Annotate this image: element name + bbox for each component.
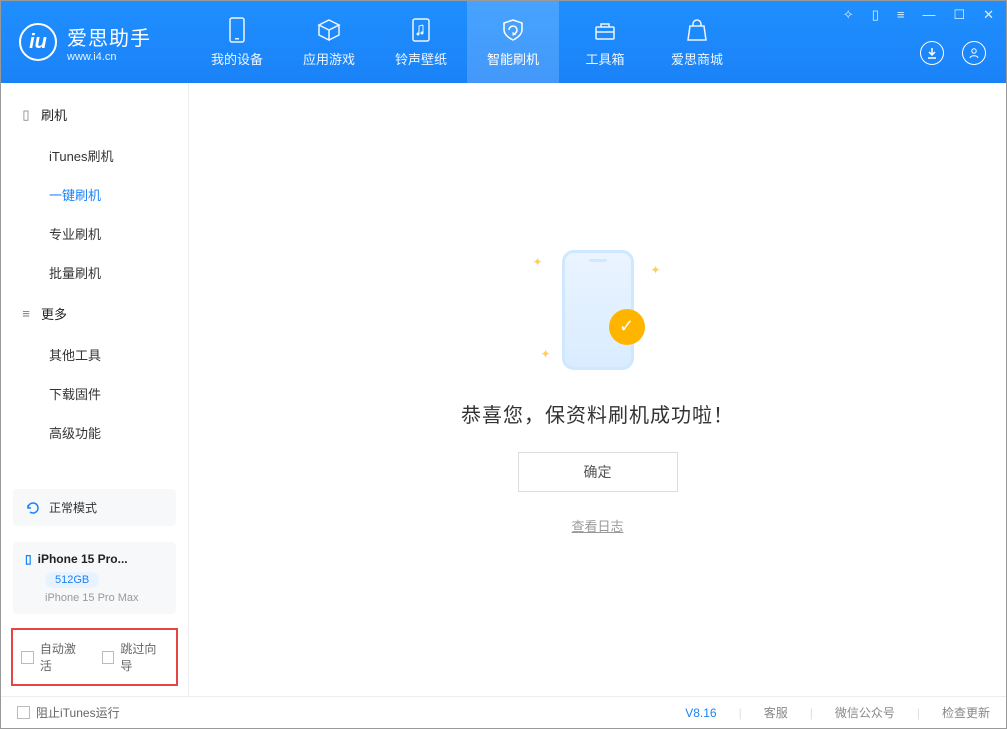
- tab-label: 爱思商城: [671, 49, 723, 68]
- main-panel: ✦ ✦ ✦ ✓ 恭喜您，保资料刷机成功啦！ 确定 查看日志: [189, 83, 1006, 696]
- sidebar-item-advanced[interactable]: 高级功能: [1, 413, 188, 452]
- checkbox-auto-activate[interactable]: 自动激活: [21, 640, 88, 674]
- sidebar-item-other-tools[interactable]: 其他工具: [1, 335, 188, 374]
- footer-link-update[interactable]: 检查更新: [942, 704, 990, 721]
- header-action-icons: [920, 41, 986, 65]
- sparkle-icon: ✦: [533, 255, 543, 269]
- checkbox-skip-wizard[interactable]: 跳过向导: [102, 640, 169, 674]
- bag-icon: [684, 17, 710, 43]
- music-icon: [408, 17, 434, 43]
- phone-icon[interactable]: ▯: [868, 7, 883, 23]
- tab-apps-games[interactable]: 应用游戏: [283, 1, 375, 83]
- more-icon: ≡: [19, 307, 33, 321]
- toolbox-icon: [592, 17, 618, 43]
- tab-label: 工具箱: [585, 49, 624, 68]
- status-bar: 阻止iTunes运行 V8.16 | 客服 | 微信公众号 | 检查更新: [1, 696, 1006, 728]
- storage-badge: 512GB: [45, 572, 99, 588]
- checkbox-icon: [17, 706, 30, 719]
- success-message: 恭喜您，保资料刷机成功啦！: [461, 399, 734, 428]
- tab-ringtones[interactable]: 铃声壁纸: [375, 1, 467, 83]
- device-name: iPhone 15 Pro...: [38, 552, 128, 566]
- mode-status[interactable]: 正常模式: [13, 489, 176, 526]
- app-name: 爱思助手: [67, 22, 151, 51]
- tab-my-device[interactable]: 我的设备: [191, 1, 283, 83]
- footer-link-wechat[interactable]: 微信公众号: [835, 704, 895, 721]
- logo-icon: iu: [19, 23, 57, 61]
- device-model: iPhone 15 Pro Max: [25, 592, 164, 604]
- tab-label: 智能刷机: [487, 49, 539, 68]
- logo-block: iu 爱思助手 www.i4.cn: [1, 1, 191, 83]
- sidebar-item-onekey-flash[interactable]: 一键刷机: [1, 175, 188, 214]
- status-mode-label: 正常模式: [49, 499, 97, 516]
- sparkle-icon: ✦: [650, 263, 660, 277]
- device-icon: [224, 17, 250, 43]
- success-illustration: ✦ ✦ ✦ ✓: [513, 245, 683, 375]
- ok-button[interactable]: 确定: [518, 452, 678, 492]
- device-small-icon: ▯: [25, 552, 32, 566]
- cube-icon: [316, 17, 342, 43]
- close-icon[interactable]: ✕: [979, 7, 998, 23]
- sparkle-icon: ✦: [541, 347, 551, 361]
- sidebar-item-pro-flash[interactable]: 专业刷机: [1, 214, 188, 253]
- tab-toolbox[interactable]: 工具箱: [559, 1, 651, 83]
- tab-label: 铃声壁纸: [395, 49, 447, 68]
- refresh-icon: [25, 500, 41, 516]
- tab-smart-flash[interactable]: 智能刷机: [467, 1, 559, 83]
- skin-icon[interactable]: ✧: [839, 7, 858, 23]
- tab-store[interactable]: 爱思商城: [651, 1, 743, 83]
- tab-label: 应用游戏: [303, 49, 355, 68]
- checkbox-icon: [21, 651, 34, 664]
- footer-link-support[interactable]: 客服: [764, 704, 788, 721]
- view-log-link[interactable]: 查看日志: [571, 516, 623, 535]
- shield-sync-icon: [500, 17, 526, 43]
- app-header: iu 爱思助手 www.i4.cn 我的设备 应用游戏 铃声壁纸 智能刷机 工具…: [1, 1, 1006, 83]
- checkbox-block-itunes[interactable]: 阻止iTunes运行: [17, 704, 120, 721]
- app-url: www.i4.cn: [67, 51, 151, 63]
- sidebar-item-batch-flash[interactable]: 批量刷机: [1, 253, 188, 292]
- highlighted-options: 自动激活 跳过向导: [11, 628, 178, 686]
- device-card[interactable]: ▯ iPhone 15 Pro... 512GB iPhone 15 Pro M…: [13, 542, 176, 614]
- checkbox-icon: [102, 651, 115, 664]
- tab-label: 我的设备: [211, 49, 263, 68]
- sidebar: ▯ 刷机 iTunes刷机 一键刷机 专业刷机 批量刷机 ≡ 更多 其他工具 下…: [1, 83, 189, 696]
- phone-small-icon: ▯: [19, 108, 33, 122]
- minimize-icon[interactable]: —: [918, 7, 939, 23]
- window-controls: ✧ ▯ ≡ — ☐ ✕: [839, 7, 998, 23]
- version-label: V8.16: [685, 706, 716, 720]
- maximize-icon[interactable]: ☐: [949, 7, 969, 23]
- download-icon[interactable]: [920, 41, 944, 65]
- menu-icon[interactable]: ≡: [893, 7, 909, 23]
- sidebar-item-download-fw[interactable]: 下载固件: [1, 374, 188, 413]
- sidebar-section-flash: ▯ 刷机: [1, 93, 188, 136]
- sidebar-section-more: ≡ 更多: [1, 292, 188, 335]
- user-icon[interactable]: [962, 41, 986, 65]
- check-badge-icon: ✓: [609, 309, 645, 345]
- sidebar-item-itunes-flash[interactable]: iTunes刷机: [1, 136, 188, 175]
